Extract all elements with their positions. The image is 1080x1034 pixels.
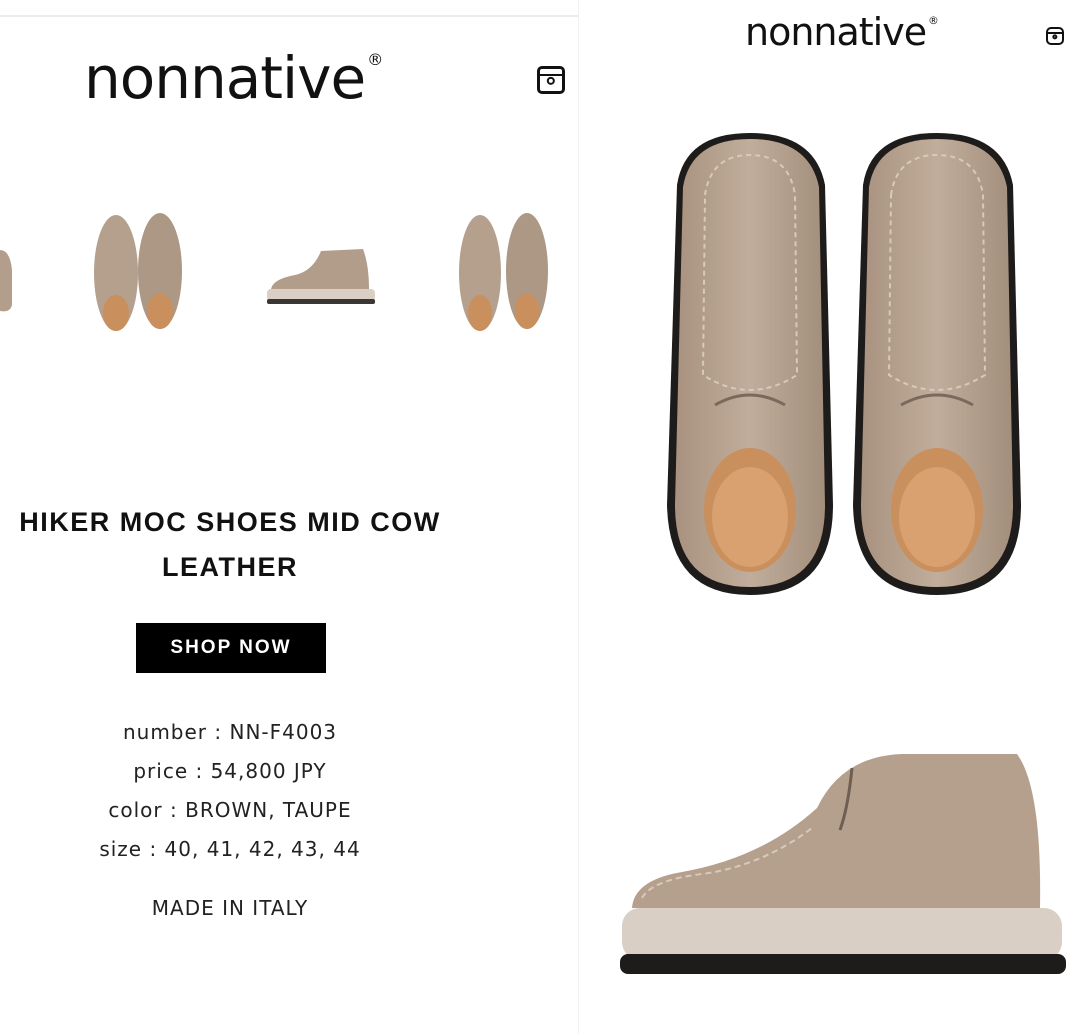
spec-size: size : 40, 41, 42, 43, 44 [99,837,361,861]
product-title: HIKER MOC SHOES MID COW LEATHER [0,500,460,590]
product-image-top-view[interactable] [655,125,1035,615]
top-divider [0,15,578,17]
thumbnail-side-view[interactable] [265,245,377,309]
thumbnail-top-view-2[interactable] [455,213,555,343]
thumbnail-partial[interactable] [0,245,16,315]
product-title-line-1: HIKER MOC SHOES MID COW [19,507,441,537]
brand-logo-right[interactable]: nonnative ® [745,10,939,54]
made-in-label: MADE IN ITALY [151,896,309,920]
spec-price: price : 54,800 JPY [133,759,327,783]
spec-number: number : NN-F4003 [122,720,338,744]
spec-color: color : BROWN, TAUPE [108,798,352,822]
product-title-line-2: LEATHER [162,552,298,582]
shop-now-button[interactable]: SHOP NOW [136,623,326,673]
instagram-icon-right[interactable] [1046,27,1064,45]
product-image-side-view[interactable] [612,748,1072,1003]
product-specs: number : NN-F4003 price : 54,800 JPY col… [0,713,460,869]
thumbnail-carousel[interactable] [0,205,578,355]
brand-logo[interactable]: nonnative ® [84,44,383,112]
thumbnail-top-view[interactable] [88,213,188,343]
instagram-icon[interactable] [537,66,565,94]
